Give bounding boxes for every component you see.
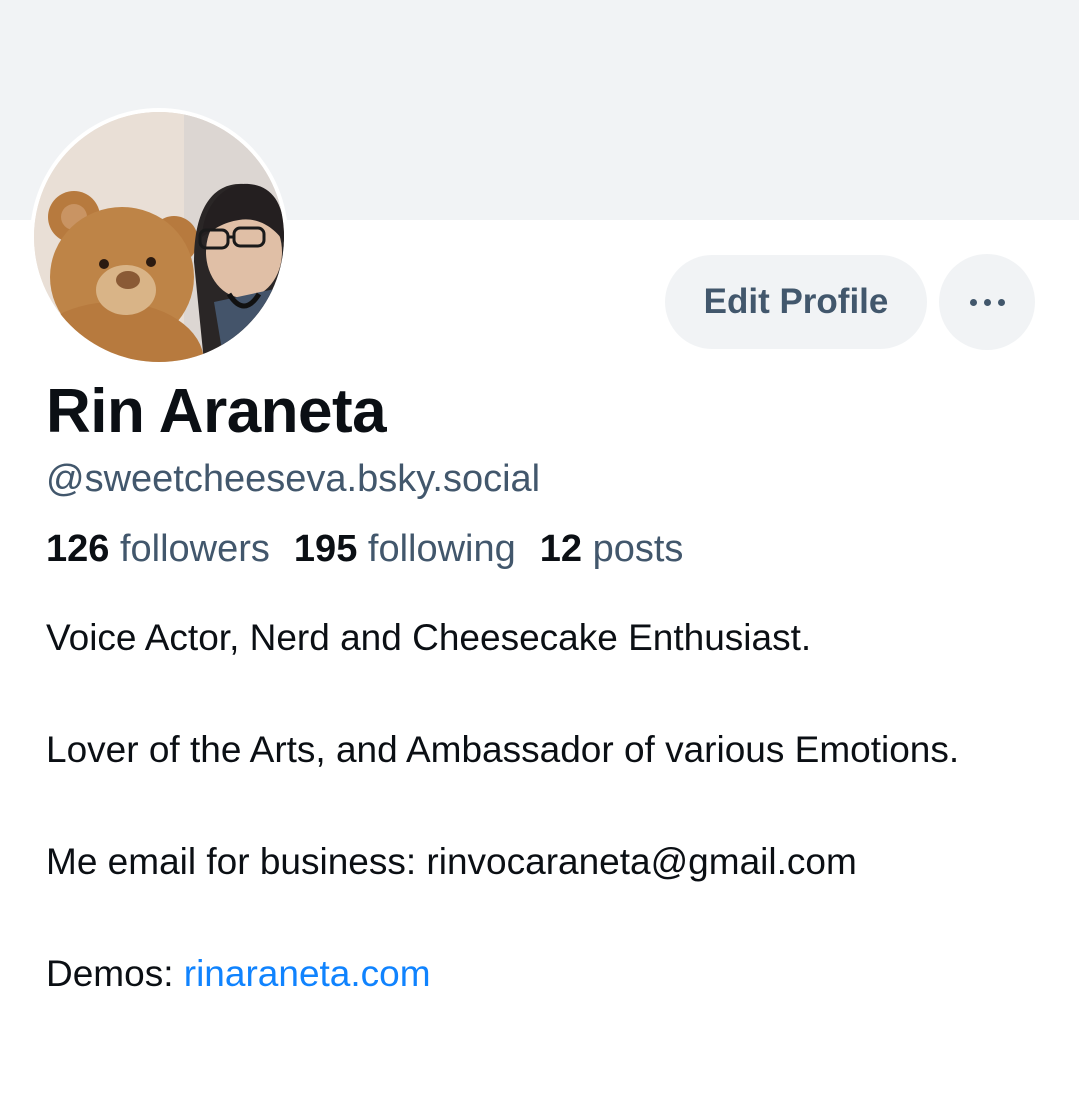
followers-stat[interactable]: 126 followers xyxy=(46,528,270,571)
bio-line: Voice Actor, Nerd and Cheesecake Enthusi… xyxy=(46,617,812,658)
bio-line: Lover of the Arts, and Ambassador of var… xyxy=(46,729,960,770)
posts-count: 12 xyxy=(539,528,583,570)
bio-line: Me email for business: rinvocaraneta@gma… xyxy=(46,841,857,882)
more-options-button[interactable] xyxy=(939,254,1035,350)
demos-link[interactable]: rinaraneta.com xyxy=(184,953,431,994)
following-count: 195 xyxy=(293,528,358,570)
following-stat[interactable]: 195 following xyxy=(294,528,516,571)
followers-label: followers xyxy=(119,528,270,570)
edit-profile-button[interactable]: Edit Profile xyxy=(665,255,927,349)
profile-stats: 126 followers 195 following 12 posts xyxy=(46,528,683,571)
more-horizontal-icon xyxy=(969,298,1005,306)
posts-label: posts xyxy=(592,528,684,570)
demos-prefix: Demos: xyxy=(46,953,184,994)
avatar-photo xyxy=(34,112,284,362)
followers-count: 126 xyxy=(46,528,110,570)
profile-handle: @sweetcheeseva.bsky.social xyxy=(46,458,541,500)
display-name: Rin Araneta xyxy=(46,377,387,446)
avatar-image xyxy=(34,112,284,362)
bio-demos-line: Demos: rinaraneta.com xyxy=(46,946,1046,1002)
avatar[interactable] xyxy=(30,108,288,366)
profile-actions: Edit Profile xyxy=(665,254,1035,350)
profile-bio: Voice Actor, Nerd and Cheesecake Enthusi… xyxy=(46,610,1046,1002)
following-label: following xyxy=(367,528,516,570)
posts-stat: 12 posts xyxy=(540,528,684,571)
